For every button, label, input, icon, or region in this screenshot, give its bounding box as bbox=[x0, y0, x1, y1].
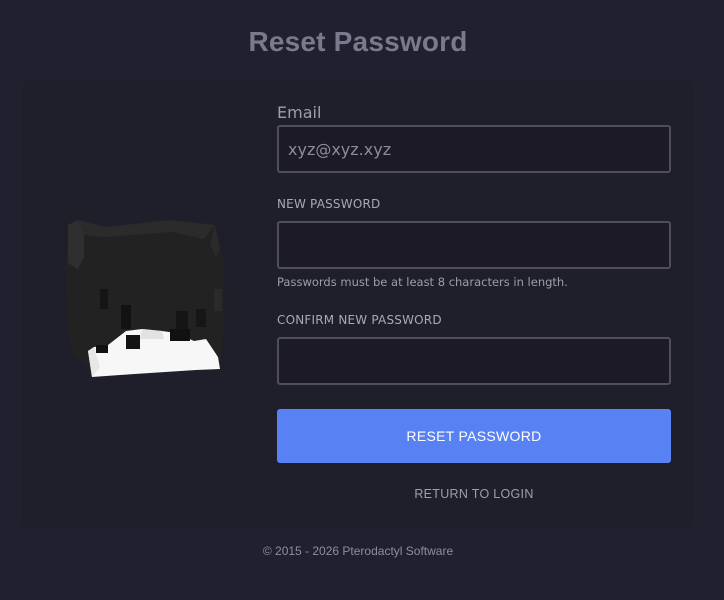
reset-password-button[interactable]: RESET PASSWORD bbox=[277, 409, 671, 463]
pixel-character-head-icon bbox=[66, 220, 225, 377]
email-field[interactable] bbox=[277, 125, 671, 173]
password-help-text: Passwords must be at least 8 characters … bbox=[277, 275, 568, 289]
new-password-label: NEW PASSWORD bbox=[277, 197, 381, 211]
confirm-password-label: CONFIRM NEW PASSWORD bbox=[277, 313, 442, 327]
email-label: Email bbox=[277, 103, 322, 122]
page-title: Reset Password bbox=[248, 26, 468, 57]
footer-copyright: © 2015 - 2026 Pterodactyl Software bbox=[262, 544, 454, 558]
new-password-field[interactable] bbox=[277, 221, 671, 269]
reset-password-page: Reset Password Email NEW PASSWORD Passwo… bbox=[0, 0, 724, 600]
return-to-login-link[interactable]: RETURN TO LOGIN bbox=[277, 487, 671, 501]
confirm-password-field[interactable] bbox=[277, 337, 671, 385]
